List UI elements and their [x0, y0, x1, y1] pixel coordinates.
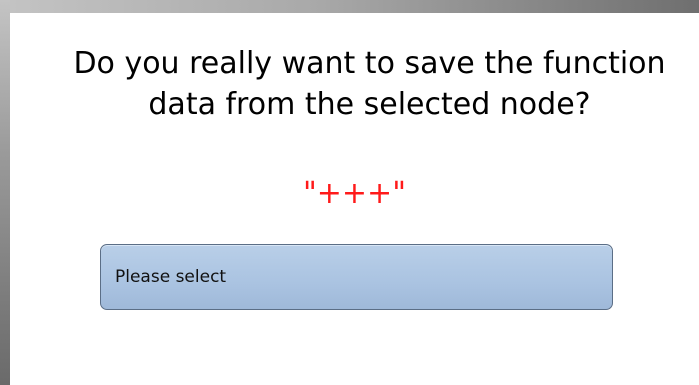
selected-node-name: "+++" [302, 176, 406, 211]
window-frame-left [0, 0, 10, 385]
node-select-dropdown[interactable]: Please select [100, 244, 613, 310]
window-frame-top [0, 0, 699, 13]
dialog-question: Do you really want to save the function … [73, 46, 666, 122]
node-select-value: Please select [115, 267, 227, 287]
